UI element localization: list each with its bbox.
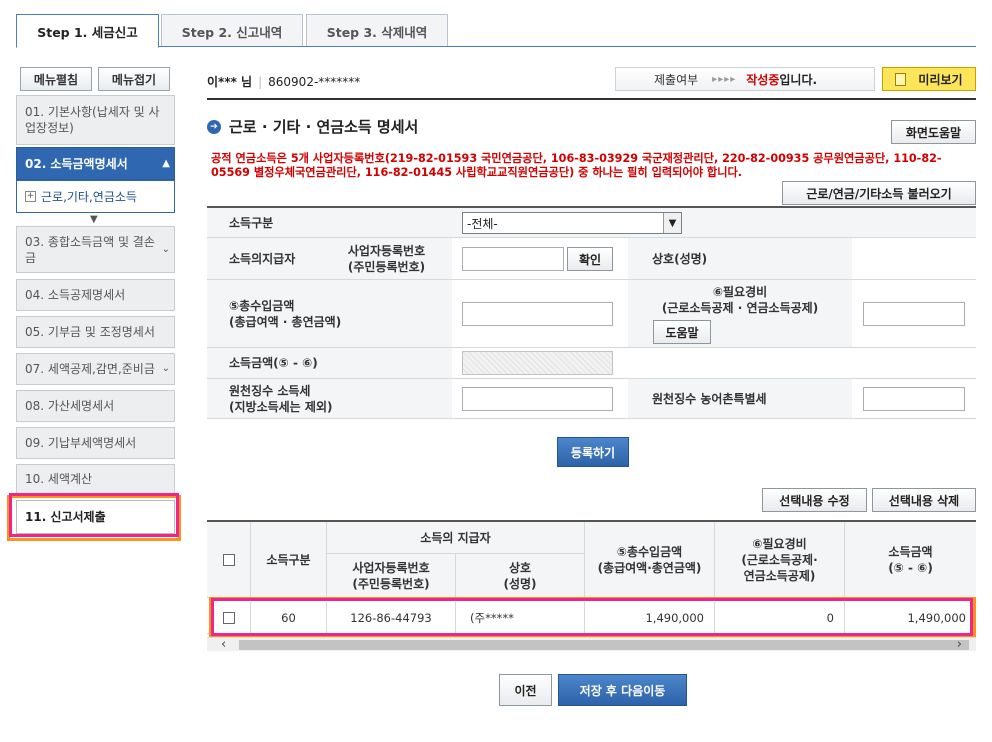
sidebar-subitem-earned-income[interactable]: + 근로,기타,연금소득 (16, 180, 175, 213)
user-name: 이*** 님 (207, 75, 253, 89)
sidebar-item-label: 02. 소득금액명세서 (25, 156, 128, 171)
header-divider (207, 98, 976, 100)
table-header-necessary: ⑥필요경비 (근로소득공제· 연금소득공제) (715, 522, 845, 598)
select-all-checkbox[interactable] (222, 553, 235, 566)
sidebar-subitem-label: 근로,기타,연금소득 (41, 190, 137, 204)
help-button[interactable]: 도움말 (653, 320, 711, 344)
form-row-payer: 소득의지급자 사업자등록번호 (주민등록번호) 확인 상호(성명) (207, 238, 976, 280)
company-label: 상호(성명) (628, 238, 852, 279)
chevron-right-icon[interactable]: › (957, 637, 962, 652)
edit-selected-button[interactable]: 선택내용 수정 (762, 488, 867, 512)
rural-tax-input[interactable] (863, 387, 965, 411)
income-type-select[interactable]: -전체- ▼ (462, 212, 682, 234)
preview-button[interactable]: 미리보기 (882, 67, 976, 91)
sidebar-item-total-income[interactable]: 03. 종합소득금액 및 결손금 ⌄ (16, 226, 175, 273)
scroll-thumb[interactable] (239, 640, 969, 650)
screen-help-button[interactable]: 화면도움말 (891, 120, 976, 144)
register-button[interactable]: 등록하기 (557, 437, 629, 467)
arrow-icon: ▸▸▸▸ (712, 73, 737, 85)
arrow-right-icon: ➔ (207, 119, 221, 134)
prev-button[interactable]: 이전 (499, 674, 552, 706)
sidebar-item-label: 04. 소득공제명세서 (25, 288, 126, 302)
sidebar-item-income[interactable]: 02. 소득금액명세서 ▲ (16, 147, 175, 180)
preview-label: 미리보기 (918, 72, 963, 87)
highlight-pink-submit (9, 493, 179, 537)
table-header-biz-no: 사업자등록번호 (주민등록번호) (327, 554, 456, 598)
biz-no-label: 사업자등록번호 (주민등록번호) (321, 238, 452, 279)
sidebar-item-label: 07. 세액공제,감면,준비금 (25, 362, 155, 376)
document-icon (895, 72, 907, 86)
submission-status: 제출여부 ▸▸▸▸ 작성중 입니다. (615, 67, 875, 91)
table-header-type: 소득구분 (251, 522, 327, 598)
horizontal-scrollbar[interactable]: ‹ › (207, 637, 976, 652)
chevron-down-icon: ▼ (663, 213, 681, 233)
load-income-button[interactable]: 근로/연금/기타소득 불러오기 (782, 181, 976, 205)
sidebar-item-basic[interactable]: 01. 기본사항(납세자 및 사업장정보) (16, 95, 175, 145)
tab-step3[interactable]: Step 3. 삭제내역 (306, 14, 448, 47)
divider: | (258, 75, 263, 89)
menu-collapse-button[interactable]: 메뉴접기 (98, 67, 170, 91)
income-amount-label: 소득금액(⑤ - ⑥) (207, 348, 452, 378)
chevron-left-icon[interactable]: ‹ (221, 637, 226, 652)
sidebar-item-label: 08. 가산세명세서 (25, 399, 115, 413)
status-value: 작성중 (746, 72, 780, 87)
save-next-button[interactable]: 저장 후 다음이동 (558, 674, 687, 706)
income-type-value: -전체- (467, 216, 498, 231)
tab-step1[interactable]: Step 1. 세금신고 (16, 14, 159, 48)
status-label: 제출여부 (654, 72, 699, 87)
income-table: 소득구분 소득의 지급자 사업자등록번호 (주민등록번호) 상호 (성명) ⑤총… (207, 520, 976, 634)
sidebar-item-tax-credit[interactable]: 07. 세액공제,감면,준비금 ⌄ (16, 353, 175, 385)
delete-selected-button[interactable]: 선택내용 삭제 (872, 488, 976, 512)
triangle-down-icon: ▼ (90, 214, 98, 225)
status-suffix: 입니다. (779, 72, 818, 87)
sidebar-item-label: 09. 기납부세액명세서 (25, 436, 137, 450)
sidebar-item-label: 03. 종합소득금액 및 결손금 (25, 234, 155, 265)
sidebar-item-label: 01. 기본사항(납세자 및 사업장정보) (25, 105, 160, 135)
table-header-checkbox (207, 522, 251, 598)
tab-divider (16, 46, 976, 47)
sidebar-item-additional-tax[interactable]: 08. 가산세명세서 (16, 390, 175, 422)
table-header-company: 상호 (성명) (456, 554, 585, 598)
confirm-button[interactable]: 확인 (567, 247, 613, 271)
withholding-tax-label: 원천징수 소득세 (지방소득세는 제외) (207, 379, 452, 418)
sidebar-item-tax-calc[interactable]: 10. 세액계산 (16, 464, 175, 494)
chevron-down-icon: ⌄ (161, 363, 170, 374)
user-info: 이*** 님 | 860902-******* (207, 73, 360, 90)
user-id: 860902-******* (268, 75, 361, 89)
total-income-input[interactable] (462, 302, 613, 326)
table-header-payer: 소득의 지급자 (327, 522, 585, 554)
sidebar-item-donation[interactable]: 05. 기부금 및 조정명세서 (16, 316, 175, 348)
form-row-amounts: ⑤총수입금액 (총급여액 · 총연금액) ⑥필요경비 (근로소득공제 · 연금소… (207, 280, 976, 348)
chevron-up-icon: ▲ (162, 157, 170, 169)
notice-text: 공적 연금소득은 5개 사업자등록번호(219-82-01593 국민연금공단,… (211, 152, 942, 179)
withholding-tax-input[interactable] (462, 387, 613, 411)
section-title: ➔ 근로 · 기타 · 연금소득 명세서 (207, 116, 418, 137)
sidebar-item-label: 05. 기부금 및 조정명세서 (25, 325, 155, 339)
income-type-label: 소득구분 (207, 208, 452, 237)
biz-no-input[interactable] (462, 247, 564, 271)
tab-step2[interactable]: Step 2. 신고내역 (161, 14, 303, 47)
form-row-income-type: 소득구분 -전체- ▼ (207, 208, 976, 238)
sidebar-item-prepaid-tax[interactable]: 09. 기납부세액명세서 (16, 427, 175, 459)
sidebar-item-label: 10. 세액계산 (25, 472, 93, 486)
highlight-pink-row (211, 598, 973, 636)
form-row-income-amount: 소득금액(⑤ - ⑥) (207, 348, 976, 379)
income-amount-input (462, 351, 613, 375)
necessary-expense-input[interactable] (863, 302, 965, 326)
form-row-withholding: 원천징수 소득세 (지방소득세는 제외) 원천징수 농어촌특별세 (207, 379, 976, 419)
menu-expand-button[interactable]: 메뉴펼침 (20, 67, 92, 91)
rural-tax-label: 원천징수 농어촌특별세 (628, 379, 852, 418)
chevron-down-icon: ⌄ (161, 243, 170, 255)
total-income-label: ⑤총수입금액 (총급여액 · 총연금액) (207, 280, 452, 347)
payer-label: 소득의지급자 (207, 238, 321, 279)
section-title-text: 근로 · 기타 · 연금소득 명세서 (229, 118, 419, 136)
table-header-income: 소득금액 (⑤ - ⑥) (845, 522, 976, 598)
plus-icon: + (25, 191, 36, 202)
entry-form: 소득구분 -전체- ▼ 소득의지급자 사업자등록번호 (주민등록번호) 확인 상호… (207, 206, 976, 419)
table-header-total: ⑤총수입금액 (총급여액·총연금액) (585, 522, 715, 598)
sidebar-item-deduction[interactable]: 04. 소득공제명세서 (16, 279, 175, 311)
